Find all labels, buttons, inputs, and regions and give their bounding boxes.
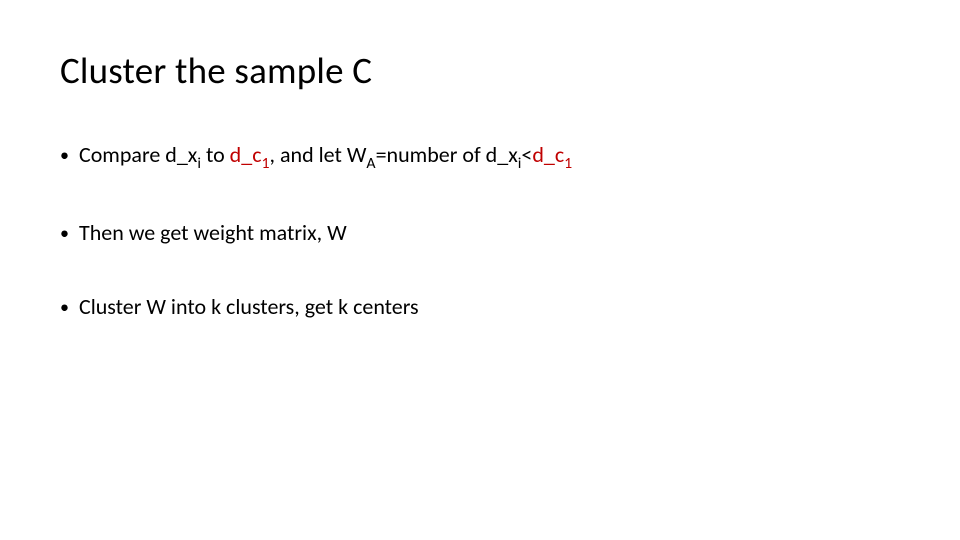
text-fragment: Compare d_x xyxy=(79,141,197,168)
text-fragment: < xyxy=(521,141,532,168)
text-fragment: d_c xyxy=(532,141,564,168)
red-text: d_c1 xyxy=(532,141,572,168)
bullet-item-2: • Then we get weight matrix, W xyxy=(60,219,900,247)
bullet-dot: • xyxy=(60,141,69,169)
text-fragment: =number of d_x xyxy=(376,141,518,168)
text-fragment: to xyxy=(201,141,230,168)
subscript-i: i xyxy=(197,154,201,173)
red-text: d_c1 xyxy=(230,141,270,168)
bullet-text-2: Then we get weight matrix, W xyxy=(79,219,900,247)
bullet-dot: • xyxy=(60,293,69,321)
slide: Cluster the sample C • Compare d_xi to d… xyxy=(0,0,960,540)
subscript-1: 1 xyxy=(262,154,270,173)
text-fragment: d_c xyxy=(230,141,262,168)
slide-title: Cluster the sample C xyxy=(60,50,900,93)
subscript-1: 1 xyxy=(564,154,572,173)
subscript-a: A xyxy=(366,154,375,173)
bullet-text-3: Cluster W into k clusters, get k centers xyxy=(79,293,900,321)
subscript-i: i xyxy=(518,154,522,173)
bullet-item-3: • Cluster W into k clusters, get k cente… xyxy=(60,293,900,321)
bullet-list: • Compare d_xi to d_c1, and let WA=numbe… xyxy=(60,141,900,321)
text-fragment: , and let W xyxy=(270,141,367,168)
bullet-text-1: Compare d_xi to d_c1, and let WA=number … xyxy=(79,141,900,173)
bullet-dot: • xyxy=(60,219,69,247)
bullet-item-1: • Compare d_xi to d_c1, and let WA=numbe… xyxy=(60,141,900,173)
